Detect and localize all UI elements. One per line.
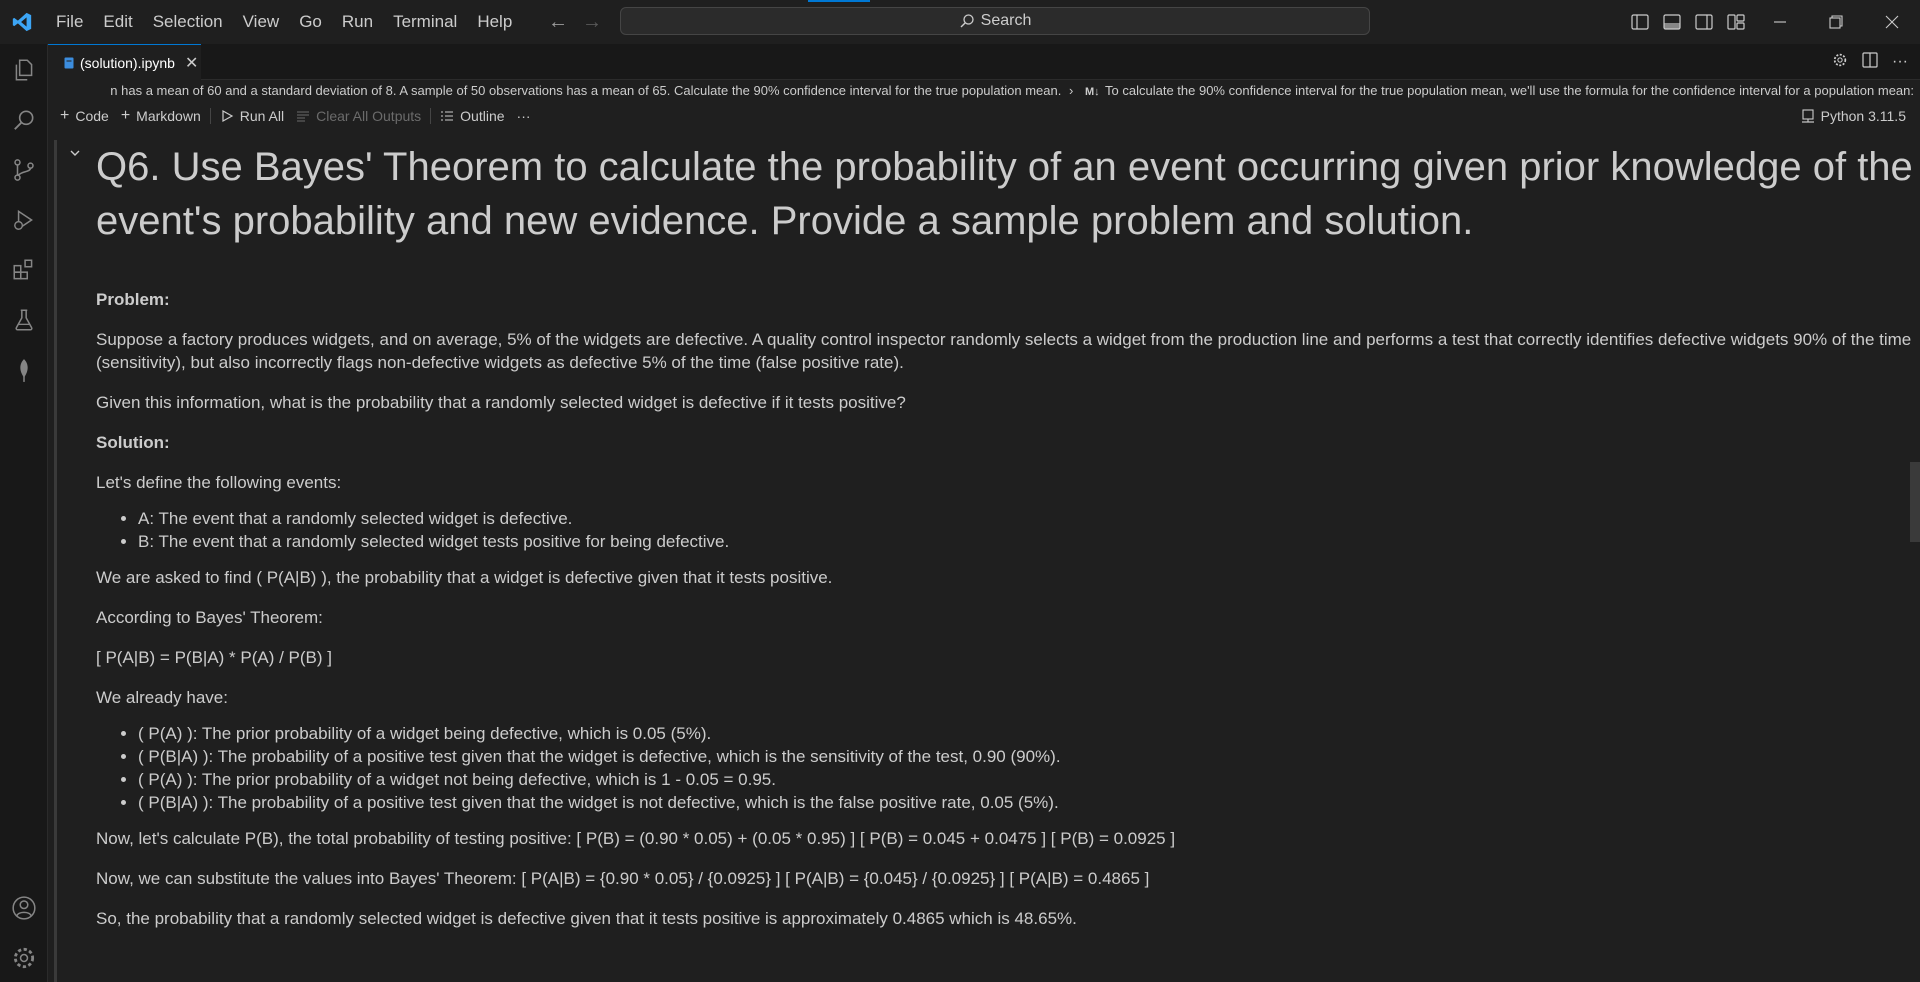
define-intro: Let's define the following events: xyxy=(96,473,342,492)
more-actions-icon[interactable]: ··· xyxy=(1892,53,1908,71)
editor-tab-bar: (solution).ipynb ✕ ··· xyxy=(48,44,1920,80)
activity-bar xyxy=(0,44,48,982)
settings-gear-icon[interactable] xyxy=(0,934,48,982)
menu-selection[interactable]: Selection xyxy=(143,0,233,44)
menu-go[interactable]: Go xyxy=(289,0,332,44)
title-bar: File Edit Selection View Go Run Terminal… xyxy=(0,0,1920,44)
tab-label: (solution).ipynb xyxy=(80,54,175,71)
menu-help[interactable]: Help xyxy=(467,0,522,44)
pb-calculation: Now, let's calculate P(B), the total pro… xyxy=(96,829,1176,848)
list-item: A: The event that a randomly selected wi… xyxy=(138,507,1920,530)
list-item: ( P(A) ): The prior probability of a wid… xyxy=(138,768,1920,791)
title-accent-indicator xyxy=(808,0,870,2)
kernel-picker[interactable]: Python 3.11.5 xyxy=(1801,102,1906,130)
menu-file[interactable]: File xyxy=(46,0,93,44)
toolbar-divider xyxy=(430,108,432,124)
split-editor-icon[interactable] xyxy=(1862,51,1878,73)
events-list: A: The event that a randomly selected wi… xyxy=(96,507,1920,553)
add-code-cell-button[interactable]: + Code xyxy=(54,102,115,130)
plus-icon: + xyxy=(120,107,131,124)
explorer-icon[interactable] xyxy=(0,46,48,94)
close-tab-icon[interactable]: ✕ xyxy=(185,53,198,73)
account-icon[interactable] xyxy=(0,884,48,932)
clear-all-label: Clear All Outputs xyxy=(316,108,422,124)
breadcrumb-item-question[interactable]: n has a mean of 60 and a standard deviat… xyxy=(110,83,1061,98)
leaf-icon[interactable] xyxy=(0,346,48,394)
cell-heading: Q6. Use Bayes' Theorem to calculate the … xyxy=(96,145,1913,243)
outline-label: Outline xyxy=(460,108,505,124)
breadcrumb-item-answer[interactable]: To calculate the 90% confidence interval… xyxy=(1105,83,1914,98)
forward-arrow-icon[interactable]: → xyxy=(582,11,602,34)
add-markdown-label: Markdown xyxy=(136,108,201,124)
known-values-list: ( P(A) ): The prior probability of a wid… xyxy=(96,722,1920,814)
vertical-scrollbar[interactable] xyxy=(1910,462,1920,542)
notebook-file-icon xyxy=(64,57,74,68)
toggle-primary-sidebar-icon[interactable] xyxy=(1624,14,1656,30)
problem-text: Suppose a factory produces widgets, and … xyxy=(96,330,1912,372)
outline-button[interactable]: Outline xyxy=(434,102,510,130)
source-control-icon[interactable] xyxy=(0,146,48,194)
search-label: Search xyxy=(980,12,1032,29)
clear-all-outputs-button[interactable]: Clear All Outputs xyxy=(290,102,427,130)
add-markdown-cell-button[interactable]: + Markdown xyxy=(115,102,207,130)
notebook-toolbar: + Code + Markdown Run All Clear All Outp… xyxy=(48,102,1920,130)
more-toolbar-actions-icon[interactable]: ··· xyxy=(511,102,537,130)
kernel-label: Python 3.11.5 xyxy=(1820,108,1906,124)
breadcrumb: n has a mean of 60 and a standard deviat… xyxy=(48,80,1920,102)
already-text: We already have: xyxy=(96,688,228,707)
asked-text: We are asked to find ( P(A|B) ), the pro… xyxy=(96,568,833,587)
list-item: B: The event that a randomly selected wi… xyxy=(138,530,1920,553)
customize-layout-icon[interactable] xyxy=(1720,14,1752,30)
menu-terminal[interactable]: Terminal xyxy=(383,0,467,44)
navigation-arrows: ← → xyxy=(548,0,602,44)
minimize-icon[interactable] xyxy=(1752,15,1808,29)
kernel-icon xyxy=(1801,109,1814,123)
conclusion-text: So, the probability that a randomly sele… xyxy=(96,909,1077,928)
menu-view[interactable]: View xyxy=(233,0,290,44)
menu-run[interactable]: Run xyxy=(332,0,383,44)
extensions-icon[interactable] xyxy=(0,246,48,294)
problem-label: Problem: xyxy=(96,290,170,309)
list-item: ( P(B|A) ): The probability of a positiv… xyxy=(138,791,1920,814)
toggle-secondary-sidebar-icon[interactable] xyxy=(1688,14,1720,30)
bayes-formula: [ P(A|B) = P(B|A) * P(A) / P(B) ] xyxy=(96,648,333,667)
restore-icon[interactable] xyxy=(1808,15,1864,29)
run-all-button[interactable]: Run All xyxy=(214,102,290,130)
add-code-label: Code xyxy=(75,108,109,124)
question-text: Given this information, what is the prob… xyxy=(96,393,906,412)
run-all-label: Run All xyxy=(239,108,285,124)
tab-solution-notebook[interactable]: (solution).ipynb ✕ xyxy=(48,44,201,80)
menu-bar: File Edit Selection View Go Run Terminal… xyxy=(46,0,522,44)
editor-actions: ··· xyxy=(1832,44,1908,80)
plus-icon: + xyxy=(60,107,70,124)
breadcrumb-separator-icon: › xyxy=(1069,83,1074,98)
back-arrow-icon[interactable]: ← xyxy=(548,11,568,34)
clear-outputs-icon xyxy=(297,111,310,122)
testing-icon[interactable] xyxy=(0,296,48,344)
search-icon[interactable] xyxy=(0,96,48,144)
toggle-panel-icon[interactable] xyxy=(1656,14,1688,30)
close-window-icon[interactable] xyxy=(1864,15,1920,29)
command-center-search[interactable]: Search xyxy=(620,7,1370,35)
solution-label: Solution: xyxy=(96,433,170,452)
search-icon xyxy=(960,14,974,28)
settings-icon[interactable] xyxy=(1832,52,1848,73)
window-controls xyxy=(1624,0,1920,44)
substitution-text: Now, we can substitute the values into B… xyxy=(96,869,1150,888)
list-item: ( P(A) ): The prior probability of a wid… xyxy=(138,722,1920,745)
list-icon xyxy=(441,111,454,121)
notebook-editor: Q6. Use Bayes' Theorem to calculate the … xyxy=(48,130,1920,982)
markdown-cell[interactable]: Q6. Use Bayes' Theorem to calculate the … xyxy=(96,140,1920,947)
run-debug-icon[interactable] xyxy=(0,196,48,244)
vscode-logo-icon xyxy=(0,0,44,44)
menu-edit[interactable]: Edit xyxy=(93,0,142,44)
collapse-chevron-icon[interactable] xyxy=(68,146,82,165)
list-item: ( P(B|A) ): The probability of a positiv… xyxy=(138,745,1920,768)
play-icon xyxy=(222,109,233,123)
markdown-icon: M↓ xyxy=(1084,86,1100,98)
according-text: According to Bayes' Theorem: xyxy=(96,608,323,627)
cell-focus-indicator xyxy=(54,140,57,982)
toolbar-divider xyxy=(209,108,211,124)
